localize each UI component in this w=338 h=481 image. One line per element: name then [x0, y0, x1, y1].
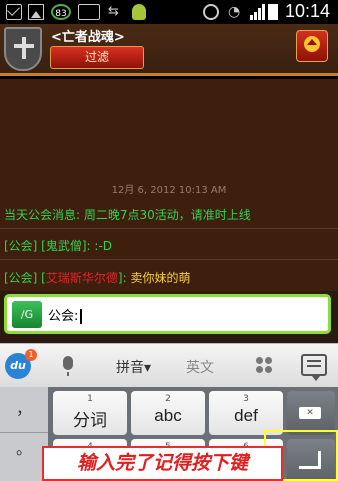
key-label: def	[234, 406, 258, 425]
chat-log[interactable]: 12月 6, 2012 10:13 AM 当天公会消息: 周二晚7点30活动，请…	[0, 79, 338, 291]
filter-button[interactable]: 过滤	[50, 46, 144, 69]
text-cursor	[80, 309, 82, 324]
usb-icon: ⇆	[108, 4, 119, 19]
chat-message: 当天公会消息: 周二晚7点30活动，请准时上线	[4, 208, 251, 222]
key-2[interactable]: 2 abc	[131, 391, 205, 435]
speaker-close: ]:	[117, 271, 131, 285]
chat-input-field[interactable]: /G 公会:	[4, 294, 331, 334]
period-key[interactable]: 。	[0, 434, 48, 480]
chat-timestamp: 12月 6, 2012 10:13 AM	[111, 185, 227, 196]
key-3[interactable]: 3 def	[209, 391, 283, 435]
chat-input-text[interactable]: 公会:	[48, 305, 82, 324]
chat-header: <亡者战魂> 过滤	[0, 24, 338, 76]
speaker-name[interactable]: 艾瑞斯华尔德	[46, 271, 118, 285]
channel-select-button[interactable]: /G	[12, 301, 42, 328]
keyboard-toolbar: du 1 拼音▾ 英文	[0, 343, 338, 387]
chat-message: [公会] [艾瑞斯华尔德]: 卖你妹的萌	[4, 269, 190, 286]
microphone-icon[interactable]	[63, 356, 73, 376]
divider	[0, 259, 338, 260]
status-bar: 83 ⇆ ◔ 10:14	[0, 0, 338, 24]
key-number: 2	[165, 394, 171, 404]
chat-input-bar: /G 公会:	[0, 291, 338, 343]
notification-badge: 1	[25, 349, 37, 361]
wifi-icon: ◔	[228, 4, 241, 20]
clock: 10:14	[284, 1, 330, 21]
key-label: abc	[154, 406, 182, 425]
punctuation-column: ， 。	[0, 387, 48, 481]
alarm-icon	[203, 4, 219, 20]
key-1[interactable]: 1 分词	[53, 391, 127, 435]
guild-name: <亡者战魂>	[51, 30, 125, 45]
image-icon	[28, 4, 44, 20]
divider	[0, 228, 338, 229]
english-mode-button[interactable]: 英文	[186, 357, 214, 377]
battery-icon	[268, 4, 278, 20]
keyboard-icon	[78, 4, 100, 20]
key-label: 分词	[73, 411, 107, 430]
backspace-icon: ✕	[299, 407, 321, 419]
home-button[interactable]	[296, 30, 328, 62]
input-value: 公会:	[48, 309, 79, 324]
tutorial-annotation: 输入完了记得按下键	[42, 446, 283, 481]
guild-emblem-icon[interactable]	[4, 27, 42, 71]
channel-tag: [公会] [	[4, 271, 46, 285]
key-number: 1	[87, 394, 93, 404]
message-text: 卖你妹的萌	[130, 271, 191, 285]
backspace-key[interactable]: ✕	[287, 391, 335, 435]
mail-icon	[6, 4, 22, 20]
emoji-clover-icon[interactable]	[256, 357, 272, 373]
keyboard-menu-icon[interactable]	[301, 354, 327, 381]
signal-icon	[250, 4, 266, 20]
battery-percent-badge: 83	[51, 4, 71, 20]
home-icon	[304, 36, 320, 52]
chat-message: [公会] [鬼武僧]: :-D	[4, 239, 113, 253]
android-icon	[132, 4, 146, 20]
key-number: 3	[243, 394, 249, 404]
comma-key[interactable]: ，	[0, 387, 48, 433]
pinyin-mode-button[interactable]: 拼音▾	[116, 357, 151, 377]
